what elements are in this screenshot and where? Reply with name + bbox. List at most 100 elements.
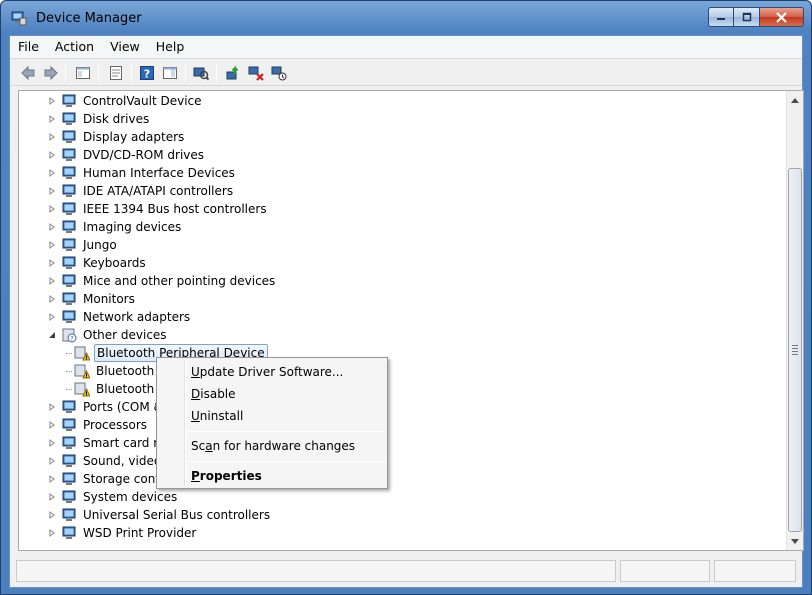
disable-button[interactable] (269, 63, 289, 83)
system-device-icon (62, 490, 76, 503)
tree-child-item[interactable]: Bluetooth I (66, 362, 164, 380)
back-arrow-icon (21, 65, 35, 81)
title-bar[interactable]: Device Manager (1, 1, 811, 35)
expand-arrow-icon[interactable] (47, 456, 57, 466)
tree-category[interactable]: Mice and other pointing devices (47, 272, 277, 290)
menu-item-uninstall[interactable]: Uninstall (191, 409, 243, 423)
expand-arrow-icon[interactable] (47, 222, 57, 232)
processor-icon (62, 418, 76, 431)
context-menu: Update Driver Software... Disable Uninst… (156, 357, 388, 489)
other-devices-icon: ? (62, 328, 77, 343)
menu-help[interactable]: Help (148, 36, 193, 58)
action-pane-button[interactable] (160, 63, 180, 83)
menu-item-properties[interactable]: Properties (191, 469, 262, 483)
status-cell-3 (714, 560, 796, 582)
expand-arrow-icon[interactable] (47, 186, 57, 196)
tree-child-item[interactable]: Bluetooth I (66, 380, 164, 398)
tree-category[interactable]: Network adapters (47, 308, 192, 326)
update-driver-button[interactable] (223, 63, 243, 83)
expand-arrow-icon[interactable] (47, 114, 57, 124)
storage-controller-icon (62, 472, 76, 485)
expand-arrow-icon[interactable] (47, 96, 57, 106)
scroll-down-button[interactable] (787, 533, 803, 550)
scroll-up-button[interactable] (787, 91, 803, 108)
expand-arrow-icon[interactable] (47, 240, 57, 250)
expand-arrow-icon[interactable] (47, 528, 57, 538)
tree-category[interactable]: Storage contro (47, 470, 174, 488)
tree-category[interactable]: ? Other devices (47, 326, 169, 344)
tree-category[interactable]: Disk drives (47, 110, 151, 128)
minimize-icon (717, 18, 725, 20)
tree-category[interactable]: IEEE 1394 Bus host controllers (47, 200, 269, 218)
device-tree[interactable]: WSD Print Provider Universal Serial Bus c… (18, 90, 804, 551)
network-adapter-icon (62, 310, 76, 323)
tree-category[interactable]: Display adapters (47, 128, 186, 146)
expand-arrow-icon[interactable] (47, 420, 57, 430)
maximize-button[interactable] (734, 7, 760, 27)
disk-drive-icon (62, 112, 76, 125)
forward-button[interactable] (41, 63, 61, 83)
expand-arrow-icon[interactable] (47, 492, 57, 502)
tree-category[interactable]: Processors (47, 416, 149, 434)
help-button[interactable]: ? (137, 63, 157, 83)
menu-separator (187, 461, 385, 462)
tree-category[interactable]: IDE ATA/ATAPI controllers (47, 182, 235, 200)
tree-connector (66, 388, 72, 390)
uninstall-button[interactable] (246, 63, 266, 83)
collapse-arrow-icon[interactable] (47, 330, 57, 340)
status-bar (10, 556, 802, 587)
tree-item-label: Universal Serial Bus controllers (83, 508, 271, 522)
close-button[interactable] (760, 7, 804, 27)
tree-category[interactable]: Imaging devices (47, 218, 183, 236)
menu-item-update-driver-software[interactable]: Update Driver Software... (191, 365, 343, 379)
tree-item-label: Network adapters (83, 310, 191, 324)
vertical-scrollbar[interactable] (786, 91, 803, 550)
menu-item-scan-for-hardware-changes[interactable]: Scan for hardware changes (191, 439, 355, 453)
menu-file[interactable]: File (10, 36, 47, 58)
smart-card-icon (62, 436, 76, 449)
expand-arrow-icon[interactable] (47, 312, 57, 322)
scrollbar-thumb[interactable] (788, 168, 802, 532)
printer-icon (62, 526, 76, 539)
tree-category[interactable]: Keyboards (47, 254, 148, 272)
expand-arrow-icon[interactable] (47, 474, 57, 484)
expand-arrow-icon[interactable] (47, 402, 57, 412)
tree-item-label: Bluetooth I (96, 364, 162, 378)
menu-item-disable[interactable]: Disable (191, 387, 236, 401)
tree-category[interactable]: Ports (COM & (47, 398, 165, 416)
warning-device-icon (74, 382, 90, 397)
tree-category[interactable]: ControlVault Device (47, 92, 204, 110)
tree-category[interactable]: Monitors (47, 290, 137, 308)
device-manager-app-icon (11, 11, 27, 26)
expand-arrow-icon[interactable] (47, 204, 57, 214)
expand-arrow-icon[interactable] (47, 294, 57, 304)
menu-action[interactable]: Action (47, 36, 102, 58)
expand-arrow-icon[interactable] (47, 132, 57, 142)
tree-category[interactable]: System devices (47, 488, 179, 506)
back-button[interactable] (18, 63, 38, 83)
expand-arrow-icon[interactable] (47, 150, 57, 160)
properties-button[interactable] (106, 63, 126, 83)
expand-arrow-icon[interactable] (47, 438, 57, 448)
expand-arrow-icon[interactable] (47, 258, 57, 268)
usb-icon (62, 508, 76, 521)
forward-arrow-icon (44, 65, 58, 81)
tree-category[interactable]: Jungo (47, 236, 119, 254)
scan-hardware-button[interactable] (191, 63, 211, 83)
scroll-down-icon (791, 538, 799, 544)
tree-item-label: DVD/CD-ROM drives (83, 148, 205, 162)
expand-arrow-icon[interactable] (47, 168, 57, 178)
scroll-up-icon (791, 97, 799, 103)
expand-arrow-icon[interactable] (47, 510, 57, 520)
hid-icon (62, 166, 76, 179)
tree-category[interactable]: Human Interface Devices (47, 164, 237, 182)
minimize-button[interactable] (708, 7, 734, 27)
tree-category[interactable]: WSD Print Provider (47, 524, 198, 542)
expand-arrow-icon[interactable] (47, 276, 57, 286)
menu-view[interactable]: View (102, 36, 148, 58)
tree-category[interactable]: DVD/CD-ROM drives (47, 146, 206, 164)
show-hide-console-tree-button[interactable] (73, 63, 93, 83)
tree-category[interactable]: Universal Serial Bus controllers (47, 506, 272, 524)
svg-text:?: ? (70, 335, 74, 343)
tree-item-label: Display adapters (83, 130, 185, 144)
